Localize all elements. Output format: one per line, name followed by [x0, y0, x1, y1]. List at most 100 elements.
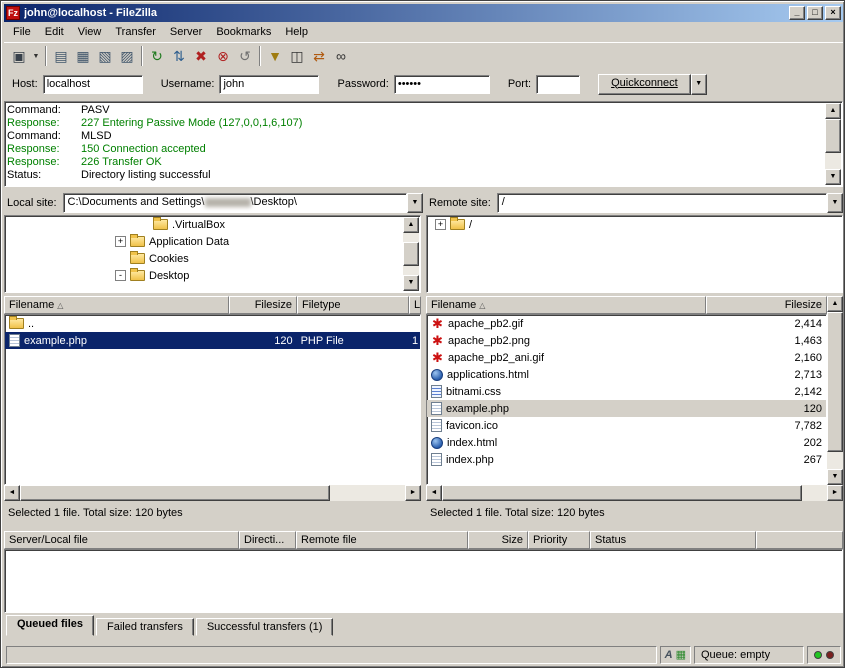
toggle-local-tree-icon[interactable]: ▦ — [72, 45, 94, 67]
scroll-left-icon[interactable]: ◄ — [426, 485, 442, 501]
reconnect-icon[interactable]: ↺ — [234, 45, 256, 67]
transfer-type-icon[interactable]: A — [665, 649, 673, 661]
menu-bookmarks[interactable]: Bookmarks — [209, 24, 278, 40]
remote-list-scrollbar[interactable]: ▲ ▼ — [827, 296, 843, 485]
tree-expander-icon[interactable]: + — [115, 236, 126, 247]
process-queue-icon[interactable]: ⇅ — [168, 45, 190, 67]
local-list-hscrollbar[interactable]: ◄ ► — [4, 485, 421, 501]
table-row[interactable]: index.php 267 — [427, 451, 826, 468]
local-tree-scrollbar-thumb[interactable] — [403, 242, 419, 266]
quickconnect-button[interactable]: Quickconnect — [598, 74, 691, 95]
username-input[interactable]: john — [219, 75, 319, 94]
tree-item-label: / — [469, 219, 472, 231]
table-row-selected[interactable]: example.php 120 PHP File 1 — [5, 332, 420, 349]
quickconnect-dropdown-icon[interactable]: ▼ — [691, 74, 707, 95]
minimize-button[interactable]: _ — [789, 6, 805, 20]
column-header-direction[interactable]: Directi... — [239, 531, 296, 549]
remote-path-value[interactable]: / — [497, 193, 827, 213]
menu-edit[interactable]: Edit — [38, 24, 71, 40]
cancel-icon[interactable]: ✖ — [190, 45, 212, 67]
column-header-filesize[interactable]: Filesize — [706, 296, 827, 314]
table-row[interactable]: index.html 202 — [427, 434, 826, 451]
compare-icon[interactable]: ◫ — [286, 45, 308, 67]
scroll-down-icon[interactable]: ▼ — [827, 469, 843, 485]
scroll-down-icon[interactable]: ▼ — [403, 275, 419, 291]
find-icon[interactable]: ∞ — [330, 45, 352, 67]
column-header-priority[interactable]: Priority — [528, 531, 590, 549]
scroll-up-icon[interactable]: ▲ — [403, 217, 419, 233]
column-header-last-modified[interactable]: L — [409, 296, 421, 314]
host-input[interactable]: localhost — [43, 75, 143, 94]
local-path-value[interactable]: C:\Documents and Settings\\Desktop\ — [63, 193, 407, 213]
queue-tabs: Queued files Failed transfers Successful… — [4, 615, 843, 636]
close-button[interactable]: × — [825, 6, 841, 20]
scroll-up-icon[interactable]: ▲ — [827, 296, 843, 312]
site-manager-dropdown-icon[interactable]: ▼ — [30, 45, 42, 67]
remote-scrollbar-thumb[interactable] — [827, 312, 843, 452]
scroll-right-icon[interactable]: ► — [405, 485, 421, 501]
remote-combo-dropdown-icon[interactable]: ▼ — [827, 193, 843, 213]
site-manager-icon[interactable]: ▣ — [8, 45, 30, 67]
folder-icon — [130, 253, 145, 264]
remote-hscrollbar-thumb[interactable] — [442, 485, 802, 501]
table-row[interactable]: bitnami.css 2,142 — [427, 383, 826, 400]
port-input[interactable] — [536, 75, 580, 94]
local-site-label: Local site: — [7, 197, 57, 209]
log-scrollbar-thumb[interactable] — [825, 119, 841, 153]
local-hscrollbar-thumb[interactable] — [20, 485, 330, 501]
table-row[interactable]: favicon.ico 7,782 — [427, 417, 826, 434]
scroll-up-icon[interactable]: ▲ — [825, 103, 841, 119]
table-row[interactable]: applications.html 2,713 — [427, 366, 826, 383]
titlebar[interactable]: Fz john@localhost - FileZilla _ □ × — [4, 4, 843, 22]
column-header-remote-file[interactable]: Remote file — [296, 531, 468, 549]
tree-expander-icon[interactable]: + — [435, 219, 446, 230]
sort-ascending-icon: △ — [57, 301, 63, 310]
scroll-left-icon[interactable]: ◄ — [4, 485, 20, 501]
column-header-status[interactable]: Status — [590, 531, 756, 549]
menu-file[interactable]: File — [6, 24, 38, 40]
statusbar: A ▦ Queue: empty — [4, 642, 843, 665]
toggle-remote-tree-icon[interactable]: ▧ — [94, 45, 116, 67]
sync-browsing-icon[interactable]: ⇄ — [308, 45, 330, 67]
table-row[interactable]: ✱apache_pb2_ani.gif 2,160 — [427, 349, 826, 366]
tree-expander-icon[interactable]: - — [115, 270, 126, 281]
remote-site-combobox[interactable]: / ▼ — [497, 193, 843, 213]
tree-item-application-data[interactable]: + Application Data — [5, 233, 420, 250]
menu-view[interactable]: View — [71, 24, 109, 40]
password-input[interactable]: •••••• — [394, 75, 490, 94]
local-combo-dropdown-icon[interactable]: ▼ — [407, 193, 423, 213]
tab-queued-files[interactable]: Queued files — [6, 615, 94, 636]
tree-item-virtualbox[interactable]: .VirtualBox — [5, 216, 420, 233]
image-file-icon: ✱ — [431, 334, 444, 347]
column-header-server-local-file[interactable]: Server/Local file — [4, 531, 239, 549]
filter-icon[interactable]: ▼ — [264, 45, 286, 67]
local-site-combobox[interactable]: C:\Documents and Settings\\Desktop\ ▼ — [63, 193, 423, 213]
scroll-right-icon[interactable]: ► — [827, 485, 843, 501]
remote-list-hscrollbar[interactable]: ◄ ► — [426, 485, 843, 501]
scroll-down-icon[interactable]: ▼ — [825, 169, 841, 185]
maximize-button[interactable]: □ — [807, 6, 823, 20]
tree-item-desktop[interactable]: - Desktop — [5, 267, 420, 284]
tree-item-root[interactable]: + / — [427, 216, 842, 233]
menu-help[interactable]: Help — [278, 24, 315, 40]
column-header-size[interactable]: Size — [468, 531, 528, 549]
menu-server[interactable]: Server — [163, 24, 209, 40]
table-row[interactable]: .. — [5, 315, 420, 332]
refresh-icon[interactable]: ↻ — [146, 45, 168, 67]
column-header-filename[interactable]: Filename△ — [4, 296, 229, 314]
queue-list[interactable] — [4, 549, 843, 613]
menu-transfer[interactable]: Transfer — [108, 24, 163, 40]
column-header-filesize[interactable]: Filesize — [229, 296, 297, 314]
table-row[interactable]: ✱apache_pb2.png 1,463 — [427, 332, 826, 349]
toggle-transfer-queue-icon[interactable]: ▨ — [116, 45, 138, 67]
column-header-filetype[interactable]: Filetype — [297, 296, 409, 314]
table-row-selected[interactable]: example.php 120 — [427, 400, 826, 417]
table-row[interactable]: ✱apache_pb2.gif 2,414 — [427, 315, 826, 332]
toggle-message-log-icon[interactable]: ▤ — [50, 45, 72, 67]
tab-failed-transfers[interactable]: Failed transfers — [96, 618, 194, 636]
tab-successful-transfers[interactable]: Successful transfers (1) — [196, 618, 334, 636]
tree-item-cookies[interactable]: Cookies — [5, 250, 420, 267]
disconnect-icon[interactable]: ⊗ — [212, 45, 234, 67]
column-header-filename[interactable]: Filename△ — [426, 296, 706, 314]
speed-limits-icon[interactable]: ▦ — [676, 648, 686, 661]
